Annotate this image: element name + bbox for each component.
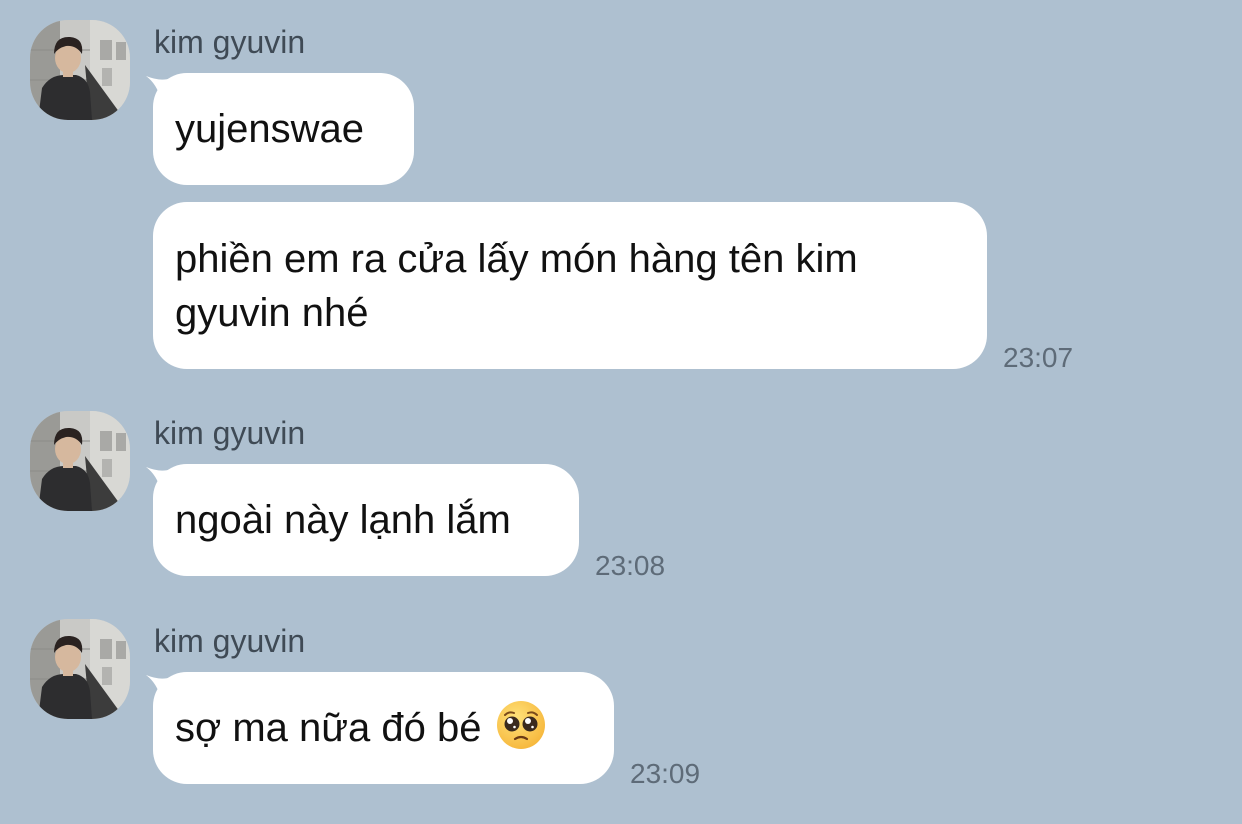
- message-text: sợ ma nữa đó bé: [175, 706, 482, 750]
- sender-name: kim gyuvin: [154, 415, 306, 451]
- chat-thread: kim gyuvin yujenswae phiền em ra cửa lấy…: [0, 0, 1242, 824]
- pleading-face-emoji: [496, 701, 545, 749]
- message-timestamp: 23:08: [595, 550, 666, 581]
- avatar[interactable]: [30, 619, 130, 719]
- message-bubble[interactable]: sợ ma nữa đó bé: [153, 672, 614, 784]
- avatar[interactable]: [30, 20, 130, 120]
- message-timestamp: 23:09: [630, 758, 701, 789]
- message-bubble[interactable]: phiền em ra cửa lấy món hàng tên kim gyu…: [153, 202, 987, 369]
- sender-name: kim gyuvin: [154, 24, 306, 60]
- message-text: ngoài này lạnh lắm: [175, 498, 511, 542]
- avatar[interactable]: [30, 411, 130, 511]
- message-bubble[interactable]: yujenswae: [153, 73, 414, 185]
- sender-name: kim gyuvin: [154, 623, 306, 659]
- message-text: yujenswae: [175, 107, 365, 151]
- message-text: phiền em ra cửa lấy món hàng tên kim gyu…: [175, 236, 858, 335]
- message-bubble[interactable]: ngoài này lạnh lắm: [153, 464, 579, 576]
- message-timestamp: 23:07: [1003, 342, 1074, 373]
